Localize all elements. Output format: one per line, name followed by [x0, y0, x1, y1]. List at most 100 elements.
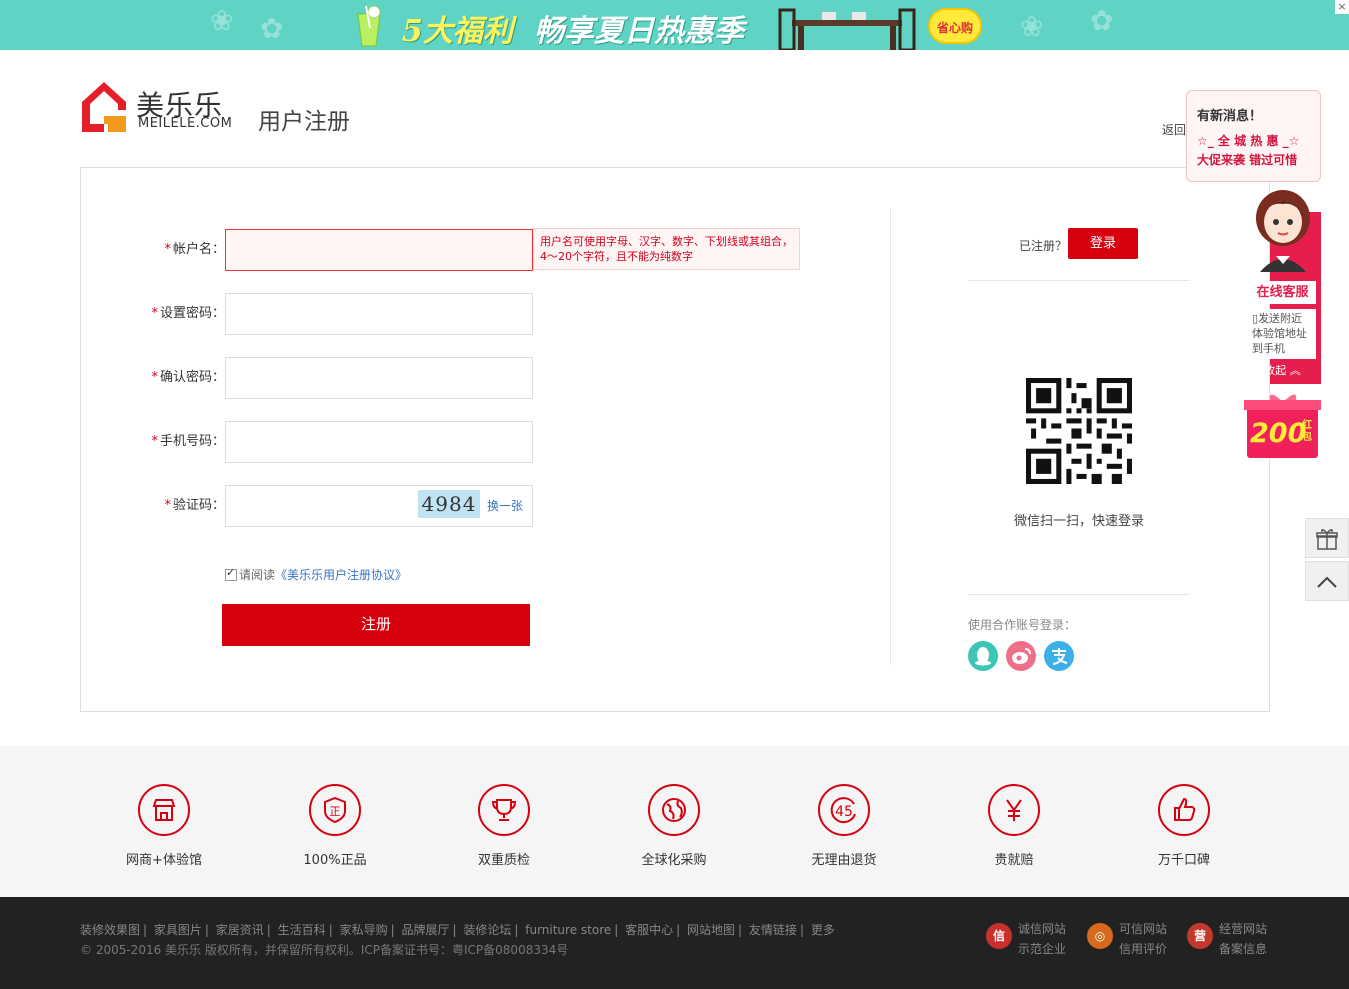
- registered-text: 已注册？: [1019, 239, 1068, 253]
- red-packet-button[interactable]: 200 红包: [1244, 390, 1321, 460]
- return-45-icon: 45: [818, 784, 870, 836]
- close-icon[interactable]: ×: [1335, 0, 1349, 14]
- notice-line-1: ☆_ 全 城 热 惠 _☆: [1197, 134, 1300, 148]
- footer-links: 装修效果图 | 家具图片 | 家居资讯 | 生活百科 | 家私导购 | 品牌展厅 | 装修论…: [80, 923, 835, 937]
- collapse-button[interactable]: 收起 ︽: [1244, 362, 1321, 378]
- decoration-icon: ❀: [210, 4, 234, 37]
- copyright: © 2005-2016 美乐乐 版权所有，并保留所有权利。ICP备案证书号：粤I…: [80, 943, 569, 957]
- trust-badge-icon: ◎: [1087, 923, 1113, 949]
- service-label: 万千口碑: [1157, 853, 1210, 868]
- trust-line-2: 备案信息: [1219, 942, 1268, 956]
- partner-login-text: 使用合作账号登录：: [968, 618, 1077, 632]
- footer-link[interactable]: 更多: [811, 923, 835, 937]
- qr-code-icon: [1026, 378, 1132, 484]
- agreement-checkbox[interactable]: [225, 566, 237, 581]
- service-item: 正 100%正品: [275, 784, 395, 868]
- online-service-button[interactable]: 在线客服: [1249, 281, 1316, 304]
- notice-line-2: 大促来袭 错过可惜: [1197, 153, 1298, 167]
- service-item: 万千口碑: [1124, 784, 1244, 868]
- confirm-password-label: * 确认密码：: [151, 370, 225, 385]
- back-to-top-icon[interactable]: [1305, 561, 1349, 601]
- service-agent-avatar: [1256, 190, 1310, 272]
- logo-mark-icon: [82, 82, 126, 132]
- trust-line-2: 示范企业: [1018, 942, 1067, 956]
- password-input[interactable]: [225, 293, 533, 335]
- username-hint: 用户名可使用字母、汉字、数字、下划线或其组合，4～20个字符，且不能为纯数字: [533, 228, 800, 270]
- footer-link[interactable]: 家私导购: [340, 923, 388, 937]
- genuine-icon: 正: [309, 784, 361, 836]
- service-label: 网商+体验馆: [126, 853, 202, 868]
- decoration-icon: ✿: [1090, 4, 1114, 37]
- service-item: 45 无理由退货: [784, 784, 904, 868]
- service-item: 双重质检: [444, 784, 564, 868]
- dining-table-icon: [778, 8, 916, 50]
- agreement-row: 请阅读《美乐乐用户注册协议》: [225, 566, 407, 583]
- footer-link[interactable]: 品牌展厅: [401, 923, 449, 937]
- logo-text-en: MEILELE.COM: [138, 116, 233, 131]
- username-input[interactable]: [225, 229, 533, 271]
- banner-badge[interactable]: 省心购: [928, 8, 982, 44]
- captcha-row: * 验证码：: [81, 485, 225, 527]
- service-label: 全球化采购: [641, 853, 707, 868]
- service-label: 贵就赔: [994, 853, 1034, 868]
- agreement-prefix: 请阅读: [239, 568, 276, 582]
- password-label: * 设置密码：: [151, 306, 225, 321]
- password-row: * 设置密码：: [81, 293, 225, 335]
- gift-icon[interactable]: [1305, 518, 1349, 558]
- column-divider: [890, 208, 891, 665]
- back-link[interactable]: 返回: [1162, 121, 1186, 138]
- trust-line-1: 可信网站: [1119, 922, 1168, 936]
- footer-link[interactable]: 友情链接: [749, 923, 797, 937]
- service-item: 全球化采购: [614, 784, 734, 868]
- decoration-icon: ❀: [1020, 10, 1044, 43]
- qr-caption: 微信扫一扫，快速登录: [1013, 514, 1144, 529]
- footer-link[interactable]: 网站地图: [687, 923, 735, 937]
- footer-link[interactable]: furniture store: [525, 923, 611, 937]
- decoration-icon: ✿: [260, 12, 284, 45]
- chevron-up-icon: ︽: [1289, 364, 1301, 377]
- divider: [968, 280, 1189, 281]
- footer-link[interactable]: 家居资讯: [216, 923, 264, 937]
- login-button[interactable]: 登录: [1068, 228, 1138, 259]
- page-title: 用户注册: [258, 109, 350, 135]
- service-label: 双重质检: [477, 853, 530, 868]
- thumbs-up-icon: [1158, 784, 1210, 836]
- promo-banner[interactable]: ❀ ✿ ❀ ✿ 5大福利 畅享夏日热惠季 省心购 ×: [0, 0, 1349, 50]
- trust-line-1: 经营网站: [1219, 922, 1268, 936]
- store-icon: [138, 784, 190, 836]
- site-logo[interactable]: 美乐乐 MEILELE.COM: [80, 80, 245, 134]
- footer-link[interactable]: 客服中心: [625, 923, 673, 937]
- trust-badge-icon: 营: [1187, 923, 1213, 949]
- qq-icon[interactable]: [968, 641, 998, 671]
- footer: 装修效果图 | 家具图片 | 家居资讯 | 生活百科 | 家私导购 | 品牌展厅 | 装修论…: [0, 897, 1349, 989]
- agreement-link[interactable]: 《美乐乐用户注册协议》: [275, 568, 407, 582]
- register-button[interactable]: 注册: [222, 604, 530, 646]
- yen-icon: [988, 784, 1040, 836]
- svg-text:正: 正: [330, 805, 341, 818]
- weibo-icon[interactable]: [1006, 641, 1036, 671]
- phone-input[interactable]: [225, 421, 533, 463]
- service-promises: 网商+体验馆 正 100%正品 双重质检 全球化采购 45 无理由退货 贵就赔: [0, 746, 1349, 897]
- customer-service-panel: 在线客服 ▯发送附近体验馆地址到手机 收起 ︽: [1244, 190, 1321, 384]
- captcha-refresh-link[interactable]: 换一张: [487, 497, 523, 514]
- red-packet-amount: 200: [1250, 418, 1307, 449]
- footer-link[interactable]: 家具图片: [154, 923, 202, 937]
- captcha-label: * 验证码：: [164, 498, 225, 513]
- phone-label: * 手机号码：: [151, 434, 225, 449]
- globe-icon: [648, 784, 700, 836]
- alipay-icon[interactable]: [1044, 641, 1074, 671]
- footer-link[interactable]: 生活百科: [278, 923, 326, 937]
- captcha-image[interactable]: 4984: [418, 490, 480, 518]
- footer-link[interactable]: 装修论坛: [463, 923, 511, 937]
- new-message-bubble[interactable]: 有新消息！ ☆_ 全 城 热 惠 _☆ 大促来袭 错过可惜: [1186, 90, 1321, 182]
- service-item: 贵就赔: [954, 784, 1074, 868]
- footer-link[interactable]: 装修效果图: [80, 923, 140, 937]
- phone-row: * 手机号码：: [81, 421, 225, 463]
- trust-line-1: 诚信网站: [1018, 922, 1067, 936]
- red-packet-label: 红包: [1302, 420, 1312, 443]
- service-label: 无理由退货: [811, 853, 877, 868]
- confirm-password-row: * 确认密码：: [81, 357, 225, 399]
- send-address-button[interactable]: ▯发送附近体验馆地址到手机: [1249, 309, 1316, 359]
- confirm-password-input[interactable]: [225, 357, 533, 399]
- username-label: * 帐户名：: [164, 242, 225, 257]
